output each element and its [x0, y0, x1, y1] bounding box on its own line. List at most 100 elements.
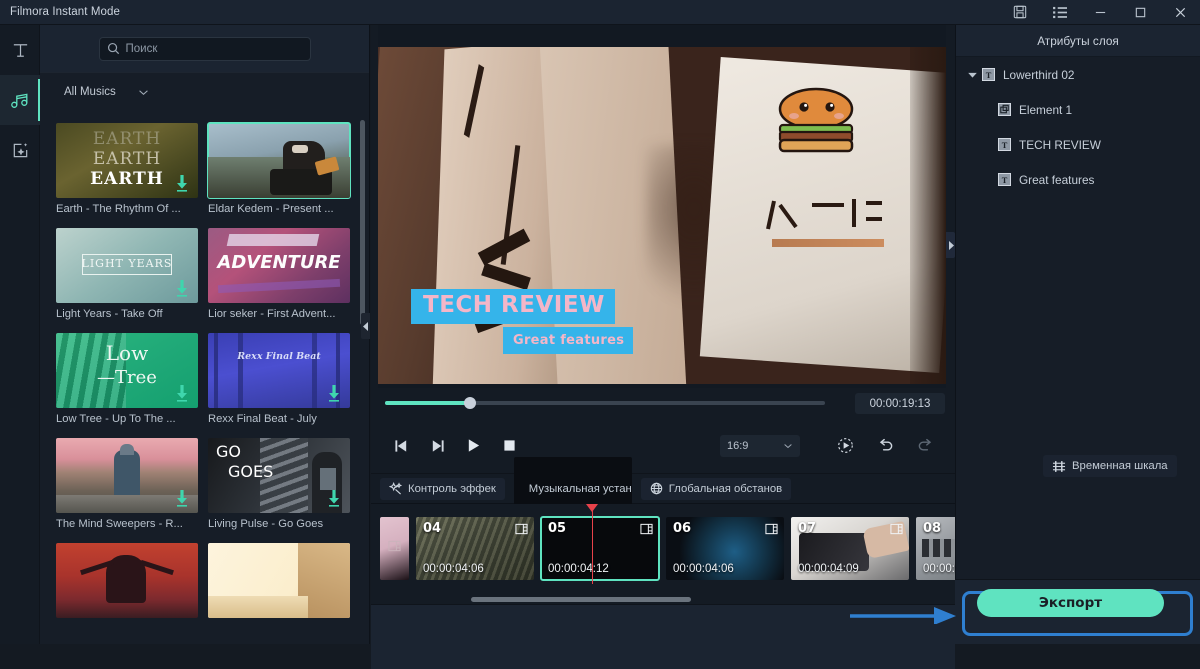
close-icon[interactable]	[1160, 0, 1200, 25]
layer-row[interactable]: T Great features	[956, 162, 1200, 197]
timeline-scrollbar[interactable]	[471, 597, 691, 602]
download-icon[interactable]	[326, 490, 342, 508]
timeline-icon	[1052, 460, 1066, 472]
clip-number: 04	[423, 521, 442, 536]
video-preview[interactable]: TECH REVIEW Great features	[378, 25, 946, 388]
layer-row[interactable]: T Lowerthird 02	[956, 57, 1200, 92]
search-input[interactable]: Поиск	[98, 36, 311, 61]
japanese-text-graphic	[766, 195, 886, 235]
layer-row[interactable]: T TECH REVIEW	[956, 127, 1200, 162]
minimize-icon[interactable]	[1080, 0, 1120, 25]
lower-third-title: TECH REVIEW	[423, 292, 605, 318]
music-card[interactable]: Rexx Final Beat Rexx Final Beat - July	[208, 333, 350, 425]
film-icon	[388, 539, 401, 557]
music-card[interactable]: LIGHT YEARS Light Years - Take Off	[56, 228, 198, 320]
music-card[interactable]: The Mind Sweepers - R...	[56, 438, 198, 530]
list-icon[interactable]	[1040, 0, 1080, 25]
prev-frame-button[interactable]	[383, 428, 419, 464]
music-card[interactable]: Eldar Kedem - Present ...	[207, 122, 351, 215]
seek-row: 00:00:19:13	[371, 388, 955, 418]
play-button[interactable]	[455, 428, 491, 464]
effect-control-icon	[389, 482, 402, 495]
track-thumbnail[interactable]: LIGHT YEARS	[56, 228, 198, 303]
maximize-icon[interactable]	[1120, 0, 1160, 25]
tab-label: Контроль эффек	[408, 482, 496, 495]
redo-icon[interactable]	[907, 428, 943, 464]
seek-slider[interactable]	[385, 397, 825, 409]
collapse-left-icon[interactable]	[361, 313, 370, 339]
panel-title: Атрибуты слоя	[956, 25, 1200, 57]
track-thumbnail[interactable]	[207, 122, 351, 199]
track-thumbnail[interactable]: Low —Tree	[56, 333, 198, 408]
svg-text:T: T	[1002, 176, 1008, 185]
snapshot-icon[interactable]	[827, 428, 863, 464]
seek-handle[interactable]	[464, 397, 476, 409]
chevron-down-icon[interactable]	[968, 72, 982, 78]
lower-third-title-bar: TECH REVIEW	[411, 289, 615, 324]
text-layer-icon: T	[982, 68, 995, 81]
timeline-clip[interactable]: 08 00:00:04:09	[916, 517, 955, 580]
rail-item-text[interactable]	[0, 25, 40, 75]
track-thumbnail[interactable]: EARTH EARTH EARTH	[56, 123, 198, 198]
undo-icon[interactable]	[867, 428, 903, 464]
film-icon	[515, 522, 528, 540]
layer-row[interactable]: Element 1	[956, 92, 1200, 127]
export-button[interactable]: Экспорт	[977, 589, 1164, 617]
library-scrollbar[interactable]	[360, 120, 365, 325]
lower-third-overlay[interactable]: TECH REVIEW Great features	[411, 289, 634, 354]
track-thumbnail[interactable]: Rexx Final Beat	[208, 333, 350, 408]
music-row: Low —Tree Low Tree - Up To The ... Rexx …	[56, 333, 370, 425]
aspect-ratio-select[interactable]: 16:9	[720, 434, 800, 457]
download-icon[interactable]	[174, 175, 190, 193]
export-zone: Экспорт	[955, 579, 1200, 644]
timeline-clip[interactable]: 06 00:00:04:06	[666, 517, 784, 580]
download-icon[interactable]	[326, 385, 342, 403]
track-thumbnail[interactable]	[208, 543, 350, 618]
window-controls	[1000, 0, 1200, 25]
track-thumbnail[interactable]	[56, 438, 198, 513]
layer-label: TECH REVIEW	[1019, 137, 1101, 152]
next-frame-button[interactable]	[419, 428, 455, 464]
download-icon[interactable]	[174, 490, 190, 508]
music-row: EARTH EARTH EARTH Earth - The Rhythm Of …	[56, 122, 370, 215]
clip-number: 05	[548, 521, 567, 536]
save-icon[interactable]	[1000, 0, 1040, 25]
download-icon[interactable]	[174, 385, 190, 403]
music-track-grid[interactable]: EARTH EARTH EARTH Earth - The Rhythm Of …	[40, 111, 370, 644]
music-card[interactable]: EARTH EARTH EARTH Earth - The Rhythm Of …	[56, 123, 198, 215]
library-filter-dropdown[interactable]: All Musics	[40, 73, 369, 111]
track-name: Rexx Final Beat - July	[208, 413, 317, 425]
music-library-panel: Поиск All Musics EARTH EARTH EARTH Earth…	[40, 25, 370, 644]
track-name: Low Tree - Up To The ...	[56, 413, 176, 425]
track-thumbnail[interactable]: GO GOES	[208, 438, 350, 513]
expand-right-icon[interactable]	[946, 232, 955, 258]
title-bar: Filmora Instant Mode	[0, 0, 1200, 25]
lower-third-subtitle-bar: Great features	[503, 327, 634, 354]
timeline-start-marker[interactable]	[380, 517, 409, 580]
tab-timescale[interactable]: Временная шкала	[1043, 455, 1177, 477]
music-card[interactable]: Low —Tree Low Tree - Up To The ...	[56, 333, 198, 425]
timeline-clip[interactable]: 05 00:00:04:12	[540, 516, 660, 581]
rail-item-effects[interactable]	[0, 125, 40, 175]
film-icon	[640, 522, 653, 540]
music-row	[56, 543, 370, 623]
timeline-clip[interactable]: 07 00:00:04:09	[791, 517, 909, 580]
tab-global-settings[interactable]: Глобальная обстанов	[640, 477, 792, 500]
film-icon	[765, 522, 778, 540]
track-name: Living Pulse - Go Goes	[208, 518, 324, 530]
music-card[interactable]: GO GOES Living Pulse - Go Goes	[208, 438, 350, 530]
timeline-strip[interactable]: 04 00:00:04:06 05 00:00:04:12 06 00:00:0…	[371, 504, 955, 599]
music-card[interactable]	[208, 543, 350, 623]
timeline-clip[interactable]: 04 00:00:04:06	[416, 517, 534, 580]
music-card[interactable]	[56, 543, 198, 623]
timeline-tab-bar: Контроль эффек Музыкальная установка Гло…	[371, 457, 955, 520]
music-card[interactable]: ADVENTURE Lior seker - First Advent...	[208, 228, 350, 320]
layer-label: Element 1	[1019, 102, 1073, 117]
rail-item-music[interactable]	[0, 75, 40, 125]
track-thumbnail[interactable]	[56, 543, 198, 618]
download-icon[interactable]	[174, 280, 190, 298]
track-thumbnail[interactable]: ADVENTURE	[208, 228, 350, 303]
svg-text:T: T	[1002, 141, 1008, 150]
playhead[interactable]	[586, 504, 598, 584]
tab-effect-control[interactable]: Контроль эффек	[380, 477, 505, 500]
